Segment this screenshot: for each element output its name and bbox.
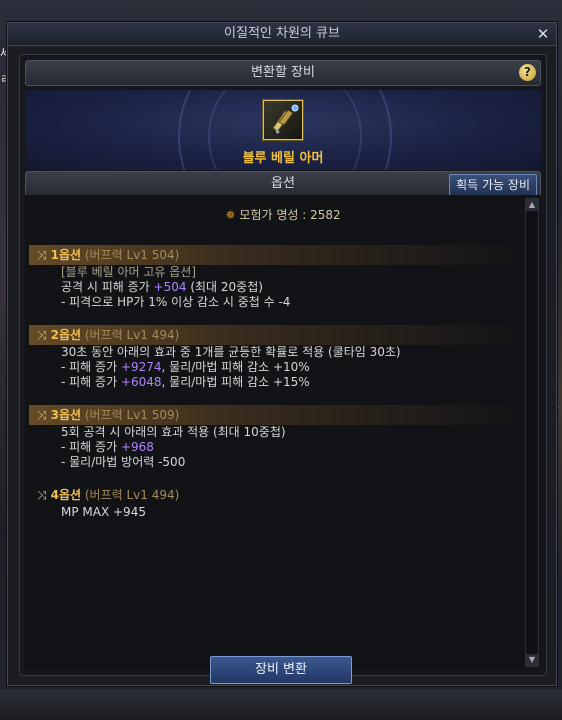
reputation-text: 모험가 명성 : 2582 — [239, 208, 341, 222]
option-title: 4옵션 — [50, 488, 82, 502]
obtainable-equipment-button[interactable]: 획득 가능 장비 — [449, 174, 537, 196]
option-line: - 피해 증가 +968 — [29, 440, 519, 455]
option-text: [블루 베릴 아머 고유 옵션] — [61, 265, 197, 279]
convert-equipment-button[interactable]: 장비 변환 — [210, 656, 352, 684]
option-value: +968 — [120, 440, 154, 454]
option-block: ⤨ 4옵션 (버프력 Lv1 494) MP MAX +945 — [29, 485, 519, 520]
help-icon[interactable]: ? — [519, 64, 536, 81]
option-title: 3옵션 — [50, 408, 82, 422]
option-value: +504 — [153, 280, 187, 294]
option-block: ⤨ 1옵션 (버프력 Lv1 504) [블루 베릴 아머 고유 옵션] 공격 시 피… — [29, 245, 519, 310]
option-text: 30초 동안 아래의 효과 중 1개를 균등한 확률로 적용 (쿨타임 30초) — [61, 345, 401, 359]
shuffle-icon: ⤨ — [37, 248, 47, 262]
option-text: , 물리/마법 피해 감소 +15% — [161, 375, 310, 389]
option-line: - 피해 증가 +9274, 물리/마법 피해 감소 +10% — [29, 360, 519, 375]
option-line: 30초 동안 아래의 효과 중 1개를 균등한 확률로 적용 (쿨타임 30초) — [29, 345, 519, 360]
option-text: , 물리/마법 피해 감소 +10% — [161, 360, 310, 374]
option-value: +9274 — [120, 360, 162, 374]
option-line: - 피해 증가 +6048, 물리/마법 피해 감소 +15% — [29, 375, 519, 390]
option-title: 1옵션 — [50, 248, 82, 262]
item-display: 블루 베릴 아머 — [25, 90, 541, 170]
shuffle-icon: ⤨ — [37, 328, 47, 342]
window-title: 이질적인 차원의 큐브 — [224, 26, 340, 41]
item-name: 블루 베릴 아머 — [242, 151, 324, 166]
option-title: 2옵션 — [50, 328, 82, 342]
option-text: - 피해 증가 — [61, 360, 121, 374]
equipment-section-title: 변환할 장비 — [251, 65, 315, 80]
option-text: 5회 공격 시 아래의 효과 적용 (최대 10중첩) — [61, 425, 286, 439]
option-level: (버프력 Lv1 504) — [84, 248, 180, 262]
options-list: ✵ 모험가 명성 : 2582 ⤨ 1옵션 (버프력 Lv1 504) [블루 베릴 … — [25, 195, 541, 670]
scroll-down-button[interactable]: ▼ — [526, 654, 538, 666]
shuffle-icon: ⤨ — [37, 488, 47, 502]
option-text: (최대 20중첩) — [186, 280, 263, 294]
option-text: - 피해 증가 — [61, 440, 121, 454]
option-block: ⤨ 2옵션 (버프력 Lv1 494) 30초 동안 아래의 효과 중 1개를 균등… — [29, 325, 519, 390]
shuffle-icon: ⤨ — [37, 408, 47, 422]
cube-window: 이질적인 차원의 큐브 ✕ 변환할 장비 ? 블루 베릴 아머 옵션 획득 가능… — [7, 22, 557, 686]
option-header: ⤨ 1옵션 (버프력 Lv1 504) — [29, 245, 519, 265]
option-value: +6048 — [120, 375, 162, 389]
option-header: ⤨ 3옵션 (버프력 Lv1 509) — [29, 405, 519, 425]
main-panel: 변환할 장비 ? 블루 베릴 아머 옵션 획득 가능 장비 ✵ 모험가 명성:… — [19, 54, 547, 676]
option-level: (버프력 Lv1 494) — [84, 488, 180, 502]
option-line: 5회 공격 시 아래의 효과 적용 (최대 10중첩) — [29, 425, 519, 440]
option-text: MP MAX +945 — [61, 505, 146, 519]
option-line: [블루 베릴 아머 고유 옵션] — [29, 265, 519, 280]
window-title-bar[interactable]: 이질적인 차원의 큐브 ✕ — [8, 23, 556, 46]
option-line: 공격 시 피해 증가 +504 (최대 20중첩) — [29, 280, 519, 295]
option-header: ⤨ 2옵션 (버프력 Lv1 494) — [29, 325, 519, 345]
option-line: MP MAX +945 — [29, 505, 519, 520]
option-text: - 물리/마법 방어력 -500 — [61, 455, 186, 469]
option-header: ⤨ 4옵션 (버프력 Lv1 494) — [29, 485, 519, 505]
option-block: ⤨ 3옵션 (버프력 Lv1 509) 5회 공격 시 아래의 효과 적용 (최대 … — [29, 405, 519, 470]
equipment-section-header: 변환할 장비 ? — [25, 60, 541, 86]
reputation-icon: ✵ — [225, 208, 236, 222]
option-text: - 피격으로 HP가 1% 이상 감소 시 중첩 수 -4 — [61, 295, 291, 309]
close-button[interactable]: ✕ — [534, 25, 552, 43]
option-level: (버프력 Lv1 494) — [84, 328, 180, 342]
armor-item-icon[interactable] — [263, 100, 303, 140]
options-section-title: 옵션 — [271, 176, 295, 191]
options-scrollbar[interactable]: ▲ ▼ — [525, 198, 539, 667]
close-icon: ✕ — [536, 25, 550, 43]
adventurer-reputation: ✵ 모험가 명성 : 2582 — [25, 206, 541, 223]
option-text: - 피해 증가 — [61, 375, 121, 389]
option-text: 공격 시 피해 증가 — [61, 280, 154, 294]
background-bottom-strip — [0, 690, 562, 720]
option-line: - 물리/마법 방어력 -500 — [29, 455, 519, 470]
options-section-header: 옵션 획득 가능 장비 — [25, 171, 541, 197]
option-line: - 피격으로 HP가 1% 이상 감소 시 중첩 수 -4 — [29, 295, 519, 310]
scroll-up-button[interactable]: ▲ — [526, 199, 538, 211]
option-level: (버프력 Lv1 509) — [84, 408, 180, 422]
